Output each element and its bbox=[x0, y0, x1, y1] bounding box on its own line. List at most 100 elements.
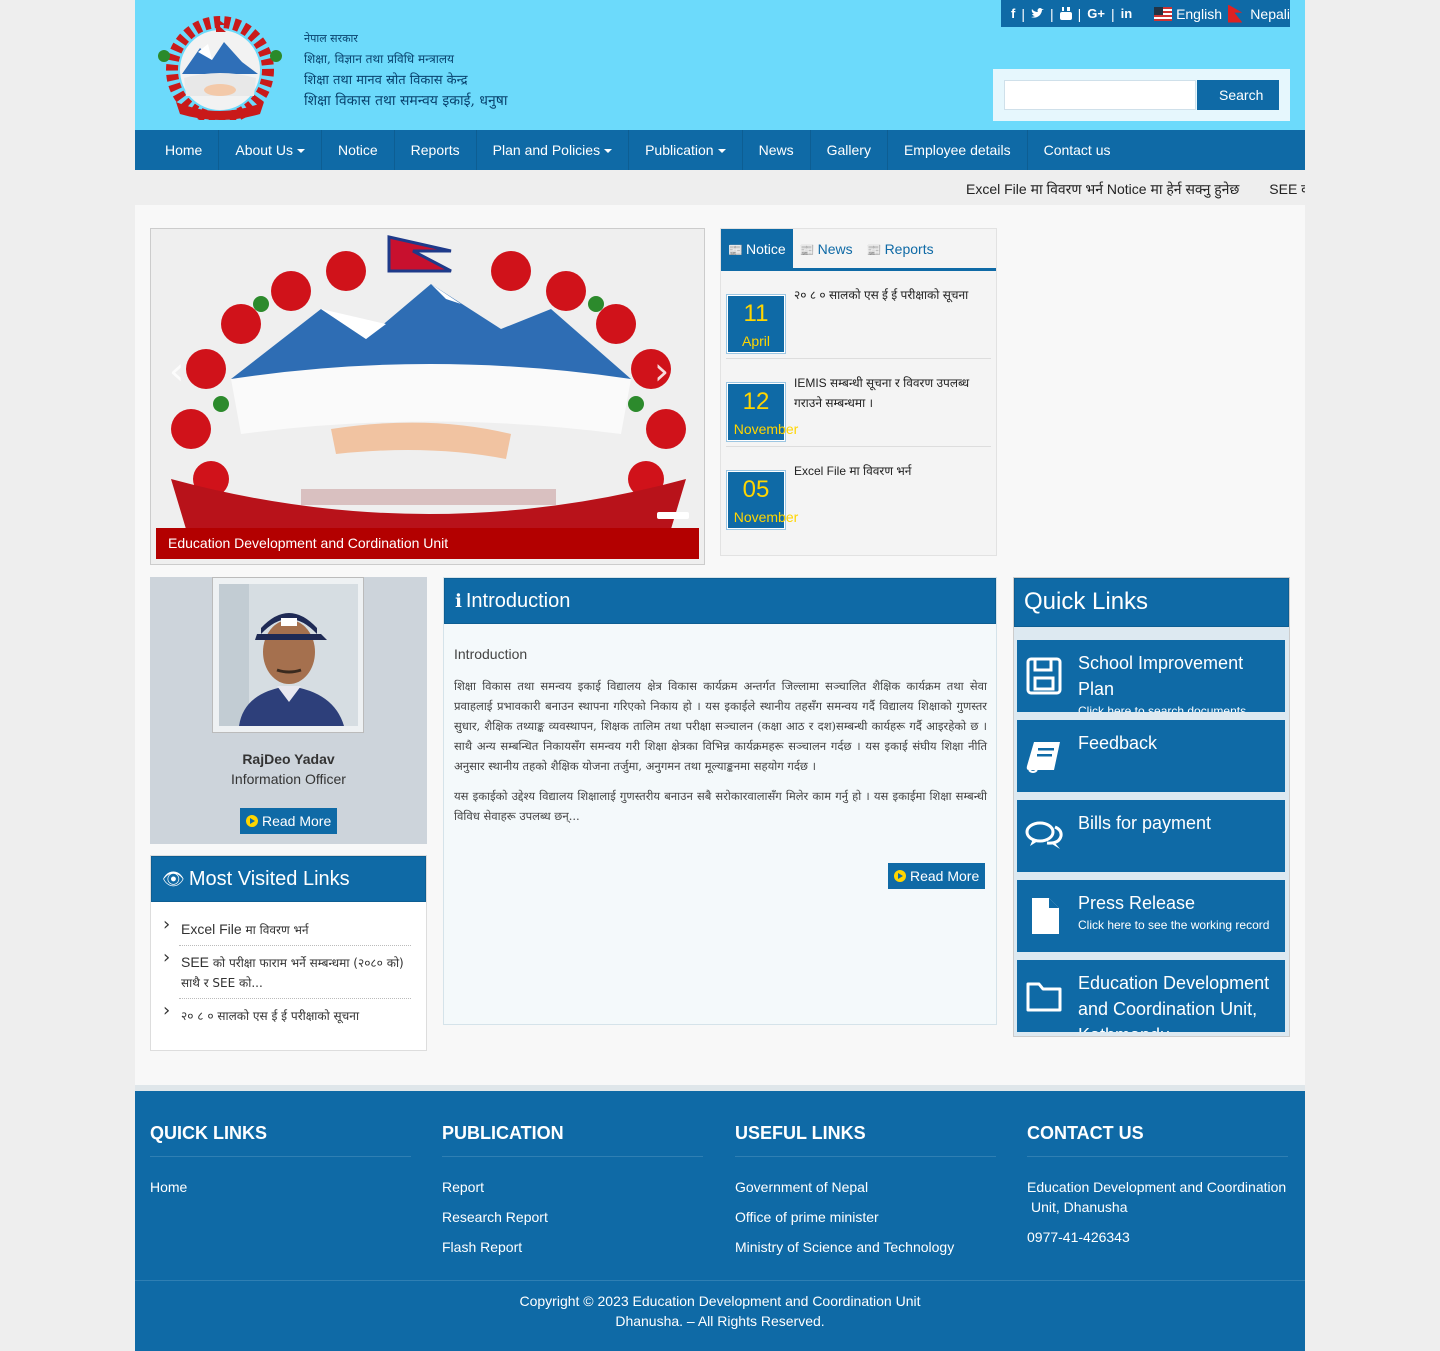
date-month: November bbox=[733, 421, 799, 437]
slider-indicator[interactable] bbox=[657, 512, 689, 519]
notice-title[interactable]: २० ८ ० सालको एस ई ई परीक्षाको सूचना bbox=[794, 285, 983, 305]
most-visited-link[interactable]: Excel File मा विवरण भर्न bbox=[163, 915, 411, 946]
google-plus-icon[interactable]: G+ bbox=[1087, 6, 1105, 21]
search-input[interactable] bbox=[1004, 80, 1196, 110]
date-badge: 11 April bbox=[726, 294, 786, 354]
slider-next-arrow[interactable]: › bbox=[654, 349, 669, 393]
notice-title[interactable]: IEMIS सम्बन्धी सूचना र विवरण उपलब्ध गराउ… bbox=[794, 373, 983, 413]
office-name-block: नेपाल सरकार शिक्षा, विज्ञान तथा प्रविधि … bbox=[304, 28, 507, 112]
footer-link-flash-report[interactable]: Flash Report bbox=[442, 1237, 703, 1257]
play-circle-icon bbox=[894, 870, 906, 882]
linkedin-icon[interactable]: in bbox=[1121, 6, 1133, 21]
nav-contact-us[interactable]: Contact us bbox=[1028, 130, 1127, 170]
ticker-item[interactable]: SEE को bbox=[1269, 181, 1305, 197]
introduction-panel: ℹ Introduction Introduction शिक्षा विकास … bbox=[443, 577, 997, 1025]
read-more-label: Read More bbox=[262, 813, 332, 829]
main-content: ‹ › Education Development and Cordinatio… bbox=[135, 205, 1305, 1085]
quick-link-school-improvement-plan[interactable]: School Improvement Plan Click here to se… bbox=[1017, 640, 1285, 712]
nav-label: Contact us bbox=[1043, 142, 1111, 158]
search-button[interactable]: Search bbox=[1197, 80, 1279, 110]
top-utility-bar: f | | | G+ | in English Nepali bbox=[1001, 0, 1290, 27]
youtube-icon[interactable] bbox=[1059, 7, 1072, 20]
us-flag-icon[interactable] bbox=[1154, 6, 1173, 21]
newspaper-icon: 📰 bbox=[728, 243, 743, 257]
footer-link-government-of-nepal[interactable]: Government of Nepal bbox=[735, 1177, 996, 1197]
nav-label: Plan and Policies bbox=[492, 142, 601, 158]
quick-link-title: Bills for payment bbox=[1078, 813, 1212, 833]
facebook-icon[interactable]: f bbox=[1011, 6, 1015, 21]
tab-label: News bbox=[817, 241, 853, 257]
footer-useful-links: USEFUL LINKS Government of Nepal Office … bbox=[735, 1123, 996, 1267]
officer-read-more-button[interactable]: Read More bbox=[240, 808, 338, 834]
nav-plan-and-policies[interactable]: Plan and Policies bbox=[477, 130, 630, 170]
twitter-icon[interactable] bbox=[1030, 8, 1044, 19]
quick-link-edcu-kathmandu[interactable]: Education Development and Coordination U… bbox=[1017, 960, 1285, 1032]
lang-english-link[interactable]: English bbox=[1176, 6, 1222, 22]
nav-news[interactable]: News bbox=[743, 130, 811, 170]
footer-link-office-of-prime-minister[interactable]: Office of prime minister bbox=[735, 1207, 996, 1227]
quick-link-title: Press Release bbox=[1078, 893, 1196, 913]
footer-link-research-report[interactable]: Research Report bbox=[442, 1207, 703, 1227]
quick-link-feedback[interactable]: Feedback bbox=[1017, 720, 1285, 792]
divider: | bbox=[1021, 5, 1025, 22]
officer-photo bbox=[219, 584, 358, 726]
slider-prev-arrow[interactable]: ‹ bbox=[169, 349, 184, 393]
intro-subtitle: Introduction bbox=[454, 646, 528, 662]
intro-paragraph: शिक्षा विकास तथा समन्वय इकाई विद्यालय क्… bbox=[454, 679, 987, 773]
link-text: २० ८ ० सालको एस ई ई परीक्षाको सूचना bbox=[181, 1009, 360, 1023]
date-day: 12 bbox=[742, 388, 770, 415]
ticker-item[interactable]: Excel File मा विवरण भर्न Notice मा हेर्न… bbox=[966, 181, 1239, 197]
most-visited-link[interactable]: २० ८ ० सालको एस ई ई परीक्षाको सूचना bbox=[163, 1001, 411, 1031]
panel-title: Most Visited Links bbox=[188, 868, 350, 890]
nav-about-us[interactable]: About Us bbox=[219, 130, 322, 170]
notice-item[interactable]: 11 April २० ८ ० सालको एस ई ई परीक्षाको सू… bbox=[726, 271, 991, 359]
notice-item[interactable]: 12 November IEMIS सम्बन्धी सूचना र विवरण … bbox=[726, 359, 991, 447]
nav-notice[interactable]: Notice bbox=[322, 130, 395, 170]
quick-link-title: Education Development and Coordination U… bbox=[1078, 973, 1270, 1032]
most-visited-link[interactable]: SEE को परीक्षा फाराम भर्ने सम्बन्धमा (२०… bbox=[163, 948, 411, 999]
nav-label: Notice bbox=[337, 142, 378, 158]
tab-news[interactable]: 📰 News bbox=[793, 229, 860, 268]
nepal-flag-icon[interactable] bbox=[1227, 4, 1243, 23]
nepal-emblem-logo[interactable] bbox=[150, 16, 290, 120]
contact-address: Education Development and Coordination U… bbox=[1027, 1179, 1287, 1215]
tab-label: Notice bbox=[745, 241, 786, 257]
nav-publication[interactable]: Publication bbox=[629, 130, 743, 170]
lang-nepali-link[interactable]: Nepali bbox=[1250, 6, 1290, 22]
caret-down-icon bbox=[717, 149, 726, 154]
quick-link-subtitle: Click here to search documents bbox=[1078, 704, 1247, 712]
slide-caption: Education Development and Cordination Un… bbox=[156, 528, 699, 559]
divider: | bbox=[1077, 5, 1082, 22]
quick-link-press-release[interactable]: Press Release Click here to see the work… bbox=[1017, 880, 1285, 952]
date-badge: 05 November bbox=[726, 470, 798, 530]
date-badge: 12 November bbox=[726, 382, 798, 442]
intro-paragraph: यस इकाईको उद्देश्य विद्यालय शिक्षालाई गु… bbox=[454, 789, 987, 823]
date-month: November bbox=[733, 509, 799, 525]
footer-link-ministry-of-science[interactable]: Ministry of Science and Technology bbox=[735, 1237, 996, 1257]
intro-read-more-button[interactable]: Read More bbox=[888, 863, 986, 889]
nav-employee-details[interactable]: Employee details bbox=[888, 130, 1028, 170]
footer-link-home[interactable]: Home bbox=[150, 1177, 411, 1197]
tab-reports[interactable]: 📰 Reports bbox=[860, 229, 941, 268]
notice-item[interactable]: 05 November Excel File मा विवरण भर्न bbox=[726, 447, 991, 535]
quick-link-bills-for-payment[interactable]: Bills for payment bbox=[1017, 800, 1285, 872]
nav-label: About Us bbox=[235, 142, 293, 158]
nav-home[interactable]: Home bbox=[149, 130, 220, 170]
caret-down-icon bbox=[604, 149, 613, 154]
officer-title: Information Officer bbox=[231, 771, 346, 787]
footer-link-report[interactable]: Report bbox=[442, 1177, 703, 1197]
nav-label: Reports bbox=[410, 142, 460, 158]
nav-reports[interactable]: Reports bbox=[395, 130, 477, 170]
footer-heading: QUICK LINKS bbox=[150, 1123, 411, 1157]
notice-title[interactable]: Excel File मा विवरण भर्न bbox=[794, 461, 983, 481]
link-prefix: SEE bbox=[181, 954, 210, 970]
link-prefix: Excel File bbox=[181, 921, 242, 937]
news-ticker: Excel File मा विवरण भर्न Notice मा हेर्न… bbox=[135, 170, 1305, 205]
tab-label: Reports bbox=[884, 241, 934, 257]
footer-quick-links: QUICK LINKS Home bbox=[150, 1123, 411, 1207]
panel-title: Introduction bbox=[465, 590, 571, 612]
slide-image-emblem bbox=[151, 229, 704, 564]
tab-notice[interactable]: 📰 Notice bbox=[721, 229, 793, 268]
divider: | bbox=[1049, 5, 1054, 22]
nav-gallery[interactable]: Gallery bbox=[811, 130, 888, 170]
